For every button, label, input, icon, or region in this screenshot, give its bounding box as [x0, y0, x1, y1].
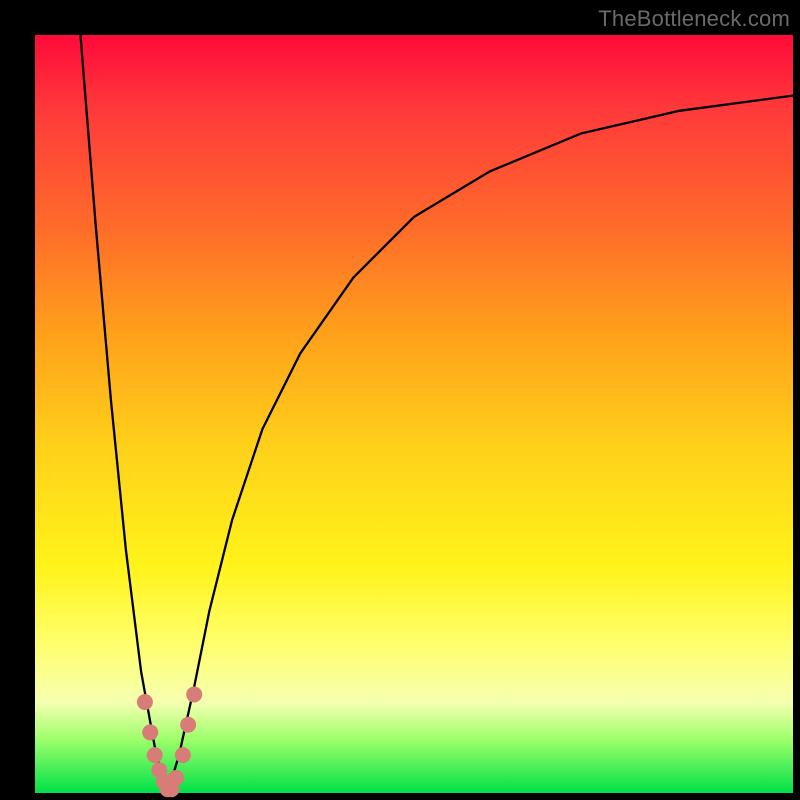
chart-frame: TheBottleneck.com: [0, 0, 800, 800]
data-marker: [142, 724, 158, 740]
curve-group: [80, 35, 793, 793]
data-marker: [147, 747, 163, 763]
data-marker: [137, 694, 153, 710]
data-marker: [186, 686, 202, 702]
curve-left-branch: [80, 35, 167, 793]
curve-right-branch: [168, 96, 793, 793]
data-marker: [175, 747, 191, 763]
watermark-text: TheBottleneck.com: [598, 6, 790, 32]
data-marker: [168, 770, 184, 786]
data-marker: [180, 717, 196, 733]
chart-svg: [35, 35, 793, 793]
plot-area: [35, 35, 793, 793]
marker-group: [137, 686, 202, 797]
